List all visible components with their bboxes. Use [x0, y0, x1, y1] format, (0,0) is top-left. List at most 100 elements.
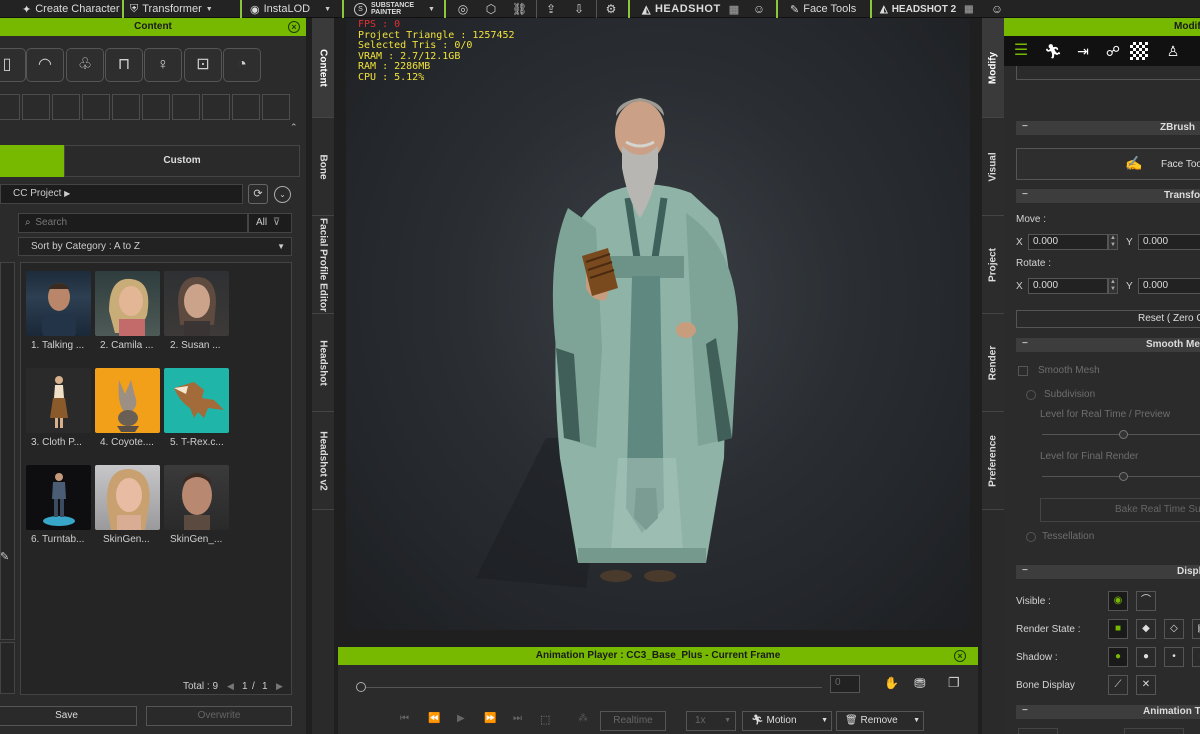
- tab-template[interactable]: [0, 145, 64, 177]
- headshot-button[interactable]: ◭ HEADSHOT ▦: [642, 0, 740, 18]
- rotate-x-input[interactable]: 0.000: [1028, 278, 1108, 294]
- shadow-on-icon[interactable]: ●: [1108, 647, 1128, 667]
- slot-button[interactable]: [172, 94, 200, 120]
- shadow-soft-icon[interactable]: ●: [1136, 647, 1156, 667]
- hair-icon-button[interactable]: ◠: [26, 48, 64, 82]
- chevron-down-icon[interactable]: ⌄: [274, 186, 291, 203]
- remove-button[interactable]: 🗑︎ Remove ▼: [836, 711, 924, 731]
- eye-closed-icon[interactable]: ⌒: [1136, 591, 1156, 611]
- save-button[interactable]: Save: [0, 706, 137, 726]
- speed-dropdown[interactable]: 1x ▼: [686, 711, 736, 731]
- play-icon[interactable]: ▶: [457, 713, 465, 724]
- thumbnail-skingen-male[interactable]: [164, 465, 229, 530]
- eye-open-icon[interactable]: ◉: [1108, 591, 1128, 611]
- headshot2-button[interactable]: ◭ HEADSHOT 2 ▦: [880, 0, 974, 18]
- sliders-icon[interactable]: ☰: [1008, 38, 1034, 64]
- timeline-playhead[interactable]: [356, 682, 366, 692]
- bake-button[interactable]: Bake Real Time Su: [1040, 498, 1200, 522]
- thumbnail-susan[interactable]: [164, 271, 229, 336]
- thumbnail-camila[interactable]: [95, 271, 160, 336]
- thumbnail-coyote[interactable]: [95, 368, 160, 433]
- thumbnail-turntable[interactable]: [26, 465, 91, 530]
- skip-start-icon[interactable]: ⏮: [400, 713, 409, 724]
- face-tools-button[interactable]: ✎ Face Tools: [790, 0, 856, 18]
- tab-headshot[interactable]: Headshot: [312, 314, 334, 412]
- upload-icon[interactable]: ⇪: [544, 2, 558, 16]
- tab-preference[interactable]: Preference: [982, 412, 1004, 510]
- overwrite-button[interactable]: Overwrite: [146, 706, 292, 726]
- head-icon[interactable]: ☺: [990, 2, 1004, 16]
- morph-icon[interactable]: ☍: [1100, 38, 1126, 64]
- hand-icon[interactable]: ✋: [884, 676, 899, 690]
- motion-button[interactable]: 🏃︎ Motion ▼: [742, 711, 832, 731]
- zbrush-section-header[interactable]: − ZBrush: [1016, 121, 1200, 135]
- pose-icon-button[interactable]: ♀: [144, 48, 182, 82]
- search-input[interactable]: ⌕ Search: [18, 213, 248, 233]
- slot-button[interactable]: [142, 94, 170, 120]
- level-realtime-knob[interactable]: [1119, 430, 1128, 439]
- shapes-icon-button[interactable]: ◔: [223, 48, 261, 82]
- head-icon[interactable]: ☺: [752, 2, 766, 16]
- slot-button[interactable]: [82, 94, 110, 120]
- frame-input[interactable]: 0: [830, 675, 860, 693]
- tab-content[interactable]: Content: [312, 18, 334, 118]
- bust-icon[interactable]: ♙: [1160, 38, 1186, 64]
- shadow-off-icon[interactable]: •: [1164, 647, 1184, 667]
- bone-icon[interactable]: ⟋: [1108, 675, 1128, 695]
- blender-icon[interactable]: ◎: [456, 2, 470, 16]
- move-y-input[interactable]: 0.000: [1138, 234, 1200, 250]
- thumbnail-talking[interactable]: [26, 271, 91, 336]
- camera-cube-icon[interactable]: ⛃: [914, 675, 926, 692]
- 3d-viewport[interactable]: FPS : 0 Project Triangle : 1257452 Selec…: [346, 18, 970, 630]
- slot-button[interactable]: [112, 94, 140, 120]
- transformer-button[interactable]: ⛨ Transformer ▼: [130, 0, 213, 18]
- thumbnail-trex[interactable]: [164, 368, 229, 433]
- move-x-input[interactable]: 0.000: [1028, 234, 1108, 250]
- animation-button[interactable]: [1124, 728, 1184, 734]
- shadow-sphere-icon[interactable]: ○: [1192, 647, 1200, 667]
- sort-dropdown[interactable]: Sort by Category : A to Z ▼: [18, 237, 292, 256]
- refresh-icon[interactable]: ⟳: [248, 184, 268, 204]
- prev-page-icon[interactable]: ◀: [227, 681, 234, 692]
- slot-button[interactable]: [232, 94, 260, 120]
- loop-range-icon[interactable]: ⬚: [540, 713, 550, 726]
- edit-pencil-icon[interactable]: ✎: [0, 550, 9, 563]
- checker-icon[interactable]: [1130, 42, 1148, 60]
- collapse-icon[interactable]: ⌃: [290, 122, 298, 133]
- step-forward-icon[interactable]: ⏩: [484, 713, 496, 724]
- transform-section-header[interactable]: − Transform: [1016, 189, 1200, 203]
- tab-headshot-v2[interactable]: Headshot v2: [312, 412, 334, 510]
- cube-export-icon[interactable]: ⬡: [484, 2, 498, 16]
- scene-icon-button[interactable]: ⊡: [184, 48, 222, 82]
- face-tools-launch-button[interactable]: ✍ Face Too: [1016, 148, 1200, 180]
- keyframe-icon[interactable]: ⁂: [578, 713, 588, 724]
- close-icon[interactable]: ×: [288, 21, 300, 33]
- skip-end-icon[interactable]: ⏭: [513, 713, 522, 724]
- pose-icon[interactable]: 🏃︎: [1040, 38, 1066, 64]
- realtime-button[interactable]: Realtime: [600, 711, 666, 731]
- reset-button[interactable]: Reset ( Zero C: [1016, 310, 1200, 328]
- category-icon-button[interactable]: ▯: [0, 48, 26, 82]
- create-character-button[interactable]: ✦ Create Character: [22, 0, 120, 18]
- slot-button[interactable]: [262, 94, 290, 120]
- solid-cube-icon[interactable]: ■: [1108, 619, 1128, 639]
- animation-button[interactable]: [1018, 728, 1058, 734]
- tab-render[interactable]: Render: [982, 314, 1004, 412]
- rotate-x-stepper[interactable]: ▲ ▼: [1108, 278, 1118, 294]
- display-section-header[interactable]: − Display: [1016, 565, 1200, 579]
- slot-button[interactable]: [0, 94, 20, 120]
- animation-section-header[interactable]: − Animation Ta: [1016, 705, 1200, 719]
- folder-dropdown[interactable]: CC Project ▶: [0, 184, 243, 204]
- tessellation-radio[interactable]: [1026, 532, 1036, 542]
- rotate-y-input[interactable]: 0.000: [1138, 278, 1200, 294]
- folder-tree-pane[interactable]: [0, 262, 15, 640]
- link-icon[interactable]: ⛓: [512, 2, 527, 16]
- download-icon[interactable]: ⇩: [572, 2, 586, 16]
- substance-painter-button[interactable]: S SUBSTANCE PAINTER ▼: [354, 0, 435, 18]
- tab-custom[interactable]: Custom: [64, 145, 300, 177]
- close-icon[interactable]: ×: [954, 650, 966, 662]
- slot-button[interactable]: [202, 94, 230, 120]
- pants-icon-button[interactable]: ⊓: [105, 48, 143, 82]
- smooth-mesh-checkbox[interactable]: [1018, 366, 1028, 376]
- step-back-icon[interactable]: ⏪: [428, 713, 440, 724]
